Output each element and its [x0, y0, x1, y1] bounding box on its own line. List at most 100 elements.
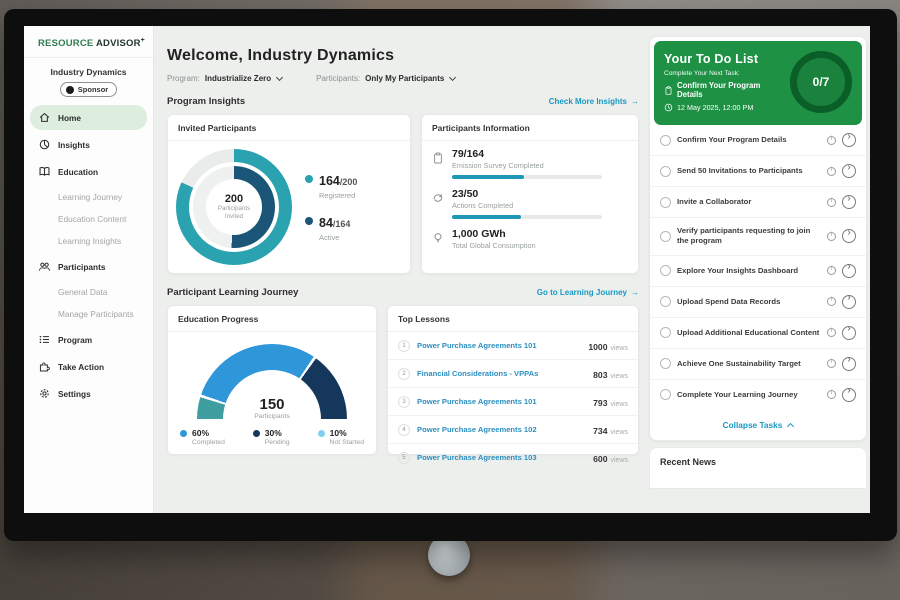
info-icon[interactable]	[827, 167, 836, 176]
todo-next-task: Confirm Your Program Details	[677, 81, 782, 99]
lesson-link[interactable]: Power Purchase Agreements 103	[417, 453, 586, 462]
sidebar-item-label: Insights	[58, 140, 90, 150]
check-more-insights-link[interactable]: Check More Insights	[549, 97, 639, 106]
sidebar-item-participants[interactable]: Participants	[30, 254, 147, 279]
sidebar: RESOURCE ADVISOR+ Industry Dynamics Spon…	[24, 26, 154, 513]
task-checkbox[interactable]	[660, 389, 671, 400]
participants-information-card: Participants Information 79/164 Emission…	[421, 114, 639, 274]
completed-dot-icon	[180, 430, 187, 437]
sidebar-item-manage-participants[interactable]: Manage Participants	[30, 303, 147, 325]
invited-participants-donut-chart: 200 ParticipantsInvited	[176, 149, 292, 265]
sidebar-item-settings[interactable]: Settings	[30, 381, 147, 406]
brand-logo[interactable]: RESOURCE ADVISOR+	[24, 26, 153, 58]
progress-bar	[452, 175, 602, 179]
task-checkbox[interactable]	[660, 231, 671, 242]
info-icon[interactable]	[827, 359, 836, 368]
todo-header-card: Your To Do List Complete Your Next Task:…	[654, 41, 862, 125]
recent-news-title: Recent News	[660, 457, 856, 467]
pending-dot-icon	[253, 430, 260, 437]
info-icon[interactable]	[827, 136, 836, 145]
rank-badge: 3	[398, 396, 410, 408]
chevron-right-icon[interactable]	[842, 295, 856, 309]
chevron-right-icon[interactable]	[842, 195, 856, 209]
participants-filter[interactable]: Participants: Only My Participants	[316, 74, 455, 83]
todo-task-row: Complete Your Learning Journey	[650, 380, 866, 410]
collapse-tasks-link[interactable]: Collapse Tasks	[650, 410, 866, 438]
sidebar-item-general-data[interactable]: General Data	[30, 281, 147, 303]
rank-badge: 2	[398, 368, 410, 380]
top-lessons-card: Top Lessons 1 Power Purchase Agreements …	[387, 305, 639, 455]
donut-center-label: ParticipantsInvited	[218, 205, 250, 221]
program-filter[interactable]: Program: Industrialize Zero	[167, 74, 282, 83]
todo-subtitle: Complete Your Next Task:	[664, 70, 782, 77]
rank-badge: 4	[398, 424, 410, 436]
chevron-right-icon[interactable]	[842, 229, 856, 243]
learning-journey-header: Participant Learning Journey Go to Learn…	[167, 287, 639, 298]
todo-task-row: Send 50 Invitations to Participants	[650, 156, 866, 187]
brand-primary: RESOURCE	[38, 38, 93, 49]
task-checkbox[interactable]	[660, 166, 671, 177]
recent-news-card: Recent News	[649, 447, 867, 489]
stat-actions-completed: 23/50 Actions Completed	[422, 181, 638, 221]
org-name: Industry Dynamics	[24, 67, 153, 77]
sidebar-item-education[interactable]: Education	[30, 159, 147, 184]
program-filter-label: Program:	[167, 74, 200, 83]
go-to-learning-journey-link[interactable]: Go to Learning Journey	[537, 288, 639, 297]
arrow-right-icon	[627, 288, 639, 297]
legend-not-started: 10%Not Started	[318, 428, 364, 446]
rank-badge: 1	[398, 340, 410, 352]
lesson-row: 2 Financial Considerations - VPPAs 803vi…	[388, 360, 638, 388]
todo-task-row: Upload Additional Educational Content	[650, 318, 866, 349]
sidebar-item-learning-insights[interactable]: Learning Insights	[30, 230, 147, 252]
gauge-legend: 60%Completed 30%Pending 10%Not Started	[168, 420, 376, 446]
chevron-right-icon[interactable]	[842, 357, 856, 371]
clock-icon	[664, 103, 673, 112]
section-title-learning-journey: Participant Learning Journey	[167, 287, 298, 298]
sidebar-item-label: Settings	[58, 389, 91, 399]
lesson-row: 3 Power Purchase Agreements 101 793views	[388, 388, 638, 416]
task-checkbox[interactable]	[660, 296, 671, 307]
info-icon[interactable]	[827, 297, 836, 306]
info-icon[interactable]	[827, 328, 836, 337]
sponsor-badge-label: Sponsor	[78, 85, 108, 94]
info-icon[interactable]	[827, 266, 836, 275]
sidebar-item-home[interactable]: Home	[30, 105, 147, 130]
info-icon[interactable]	[827, 198, 836, 207]
info-icon[interactable]	[827, 232, 836, 241]
task-checkbox[interactable]	[660, 327, 671, 338]
chevron-right-icon[interactable]	[842, 133, 856, 147]
lesson-link[interactable]: Power Purchase Agreements 101	[417, 341, 581, 350]
lesson-link[interactable]: Power Purchase Agreements 102	[417, 425, 586, 434]
task-checkbox[interactable]	[660, 358, 671, 369]
sidebar-item-learning-journey[interactable]: Learning Journey	[30, 186, 147, 208]
lesson-row: 4 Power Purchase Agreements 102 734views	[388, 416, 638, 444]
info-icon[interactable]	[827, 390, 836, 399]
photo-background: RESOURCE ADVISOR+ Industry Dynamics Spon…	[0, 0, 900, 600]
rank-badge: 5	[398, 452, 410, 464]
insights-icon	[38, 138, 51, 151]
sidebar-item-take-action[interactable]: Take Action	[30, 354, 147, 379]
legend-pending: 30%Pending	[253, 428, 290, 446]
education-icon	[38, 165, 51, 178]
sidebar-item-education-content[interactable]: Education Content	[30, 208, 147, 230]
sidebar-item-label: Home	[58, 113, 81, 123]
lesson-link[interactable]: Power Purchase Agreements 101	[417, 397, 586, 406]
task-checkbox[interactable]	[660, 265, 671, 276]
program-list-icon	[38, 333, 51, 346]
task-checkbox[interactable]	[660, 135, 671, 146]
legend-active: 84/164 Active	[305, 214, 357, 242]
learning-journey-cards: Education Progress 150 Participants	[167, 305, 639, 455]
sidebar-item-insights[interactable]: Insights	[30, 132, 147, 157]
legend-completed: 60%Completed	[180, 428, 225, 446]
chevron-right-icon[interactable]	[842, 326, 856, 340]
lesson-link[interactable]: Financial Considerations - VPPAs	[417, 369, 586, 378]
chevron-right-icon[interactable]	[842, 264, 856, 278]
clipboard-icon	[664, 86, 673, 95]
task-checkbox[interactable]	[660, 197, 671, 208]
sidebar-item-program[interactable]: Program	[30, 327, 147, 352]
actions-cycle-icon	[432, 191, 444, 203]
todo-task-row: Verify participants requesting to join t…	[650, 218, 866, 256]
chevron-right-icon[interactable]	[842, 388, 856, 402]
brand-plus: +	[141, 37, 145, 44]
chevron-right-icon[interactable]	[842, 164, 856, 178]
